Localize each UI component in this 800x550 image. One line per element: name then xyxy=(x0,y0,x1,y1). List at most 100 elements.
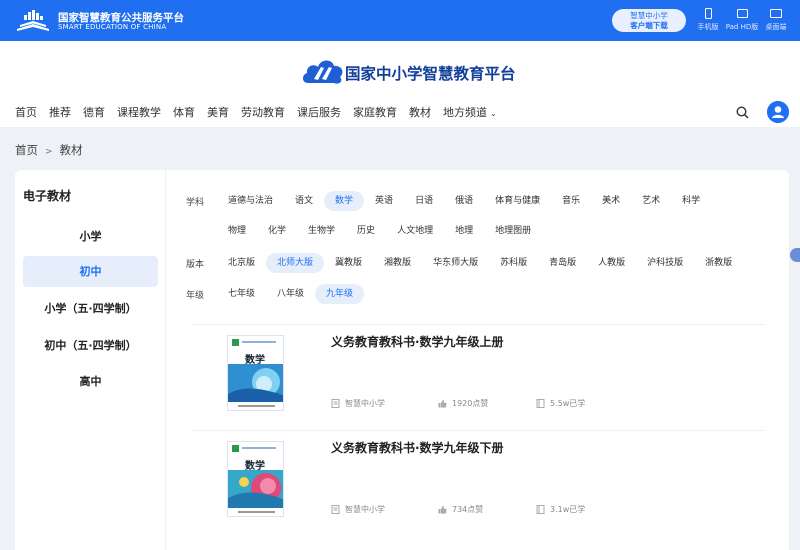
nav-item-local-channels[interactable]: 地方频道 ⌄ xyxy=(443,105,497,121)
textbook-cover: 数学 xyxy=(227,335,284,411)
likes-count: 1920点赞 xyxy=(452,399,489,408)
grade-chip[interactable]: 七年级 xyxy=(217,284,266,304)
textbook-title[interactable]: 义务教育教科书·数学九年级上册 xyxy=(331,333,504,350)
subject-chip[interactable]: 历史 xyxy=(346,221,386,241)
document-icon xyxy=(331,399,340,408)
version-chip[interactable]: 华东师大版 xyxy=(422,253,489,273)
subject-chip[interactable]: 地理图册 xyxy=(484,221,542,241)
publisher-name: 智慧中小学 xyxy=(345,505,385,514)
stage-item-primary[interactable]: 小学 xyxy=(23,221,158,252)
subject-chip[interactable]: 体育与健康 xyxy=(484,191,551,211)
subject-chip[interactable]: 日语 xyxy=(404,191,444,211)
cloud-book-logo-icon xyxy=(302,60,343,84)
learned-count: 3.1w已学 xyxy=(550,505,586,514)
desktop-icon xyxy=(770,9,782,18)
subject-chip[interactable]: 美术 xyxy=(591,191,631,211)
version-chip-selected[interactable]: 北师大版 xyxy=(266,253,325,273)
sidebar-title: 电子教材 xyxy=(23,189,72,203)
top-bar: 国家智慧教育公共服务平台 SMART EDUCATION OF CHINA 智慧… xyxy=(0,0,800,41)
user-avatar[interactable] xyxy=(767,101,789,123)
device-pad-link[interactable]: Pad HD版 xyxy=(724,8,760,32)
subject-label: 学科 xyxy=(186,197,205,208)
subject-chip[interactable]: 语文 xyxy=(284,191,324,211)
search-icon[interactable] xyxy=(736,106,749,119)
site-title: 国家中小学智慧教育平台 xyxy=(345,65,516,83)
subject-chip[interactable]: 道德与法治 xyxy=(217,191,284,211)
stage-item-junior[interactable]: 初中 xyxy=(23,256,158,287)
device-phone-link[interactable]: 手机版 xyxy=(692,8,724,32)
version-chip[interactable]: 浙教版 xyxy=(694,253,743,273)
download-line-1: 智慧中小学 xyxy=(630,11,668,20)
stage-item-primary-54[interactable]: 小学（五·四学制） xyxy=(23,293,158,324)
floating-side-tab[interactable] xyxy=(790,248,800,262)
publisher-meta: 智慧中小学 xyxy=(331,504,385,515)
device-label: 桌面端 xyxy=(765,23,787,31)
textbook-title[interactable]: 义务教育教科书·数学九年级下册 xyxy=(331,439,504,456)
nav-item-arts[interactable]: 美育 xyxy=(207,105,229,121)
cover-title: 数学 xyxy=(245,461,265,472)
subject-chip[interactable]: 科学 xyxy=(671,191,711,211)
subject-chip[interactable]: 音乐 xyxy=(551,191,591,211)
subject-chip[interactable]: 俄语 xyxy=(444,191,484,211)
nav-item-after-school[interactable]: 课后服务 xyxy=(297,105,341,121)
version-chip[interactable]: 北京版 xyxy=(217,253,266,273)
nav-item-moral[interactable]: 德育 xyxy=(83,105,105,121)
subject-chip[interactable]: 人文地理 xyxy=(386,221,444,241)
version-chip[interactable]: 青岛版 xyxy=(538,253,587,273)
version-chip[interactable]: 湘教版 xyxy=(373,253,422,273)
grade-chip[interactable]: 八年级 xyxy=(266,284,315,304)
subject-chip-selected[interactable]: 数学 xyxy=(324,191,365,211)
likes-meta: 1920点赞 xyxy=(438,398,488,409)
document-icon xyxy=(331,505,340,514)
thumbs-up-icon xyxy=(438,399,447,408)
version-chip[interactable]: 冀教版 xyxy=(324,253,373,273)
nav-item-textbooks[interactable]: 教材 xyxy=(409,105,431,121)
content-card: 电子教材 小学 初中 小学（五·四学制） 初中（五·四学制） 高中 学科 道德与… xyxy=(15,170,789,550)
device-label: 手机版 xyxy=(697,23,719,31)
likes-count: 734点赞 xyxy=(452,505,484,514)
breadcrumb-home[interactable]: 首页 xyxy=(15,143,38,157)
nav-item-sports[interactable]: 体育 xyxy=(173,105,195,121)
publisher-name: 智慧中小学 xyxy=(345,399,385,408)
subject-chip[interactable]: 生物学 xyxy=(297,221,346,241)
device-desktop-link[interactable]: 桌面端 xyxy=(760,8,792,32)
subject-filter-row-2: 物理 化学 生物学 历史 人文地理 地理 地理图册 xyxy=(217,221,542,241)
subject-chip[interactable]: 化学 xyxy=(257,221,297,241)
nav-item-family[interactable]: 家庭教育 xyxy=(353,105,397,121)
subject-chip[interactable]: 物理 xyxy=(217,221,257,241)
grade-chip-selected[interactable]: 九年级 xyxy=(315,284,365,304)
tablet-icon xyxy=(736,9,748,18)
chevron-down-icon: ⌄ xyxy=(490,109,497,118)
cover-art-icon xyxy=(228,442,283,516)
textbook-item[interactable]: 数学 义务教育教科书·数学九年级上册 智慧中小学 1920点赞 5.5w已学 xyxy=(191,325,765,431)
breadcrumb-separator: > xyxy=(45,147,53,157)
nav-item-courses[interactable]: 课程教学 xyxy=(117,105,161,121)
nav-item-home[interactable]: 首页 xyxy=(15,105,37,121)
textbook-cover: 数学 xyxy=(227,441,284,517)
stage-item-senior[interactable]: 高中 xyxy=(23,366,158,397)
brand-english-name: SMART EDUCATION OF CHINA xyxy=(58,23,167,31)
client-download-button[interactable]: 智慧中小学 客户端下载 xyxy=(612,9,686,32)
device-label: Pad HD版 xyxy=(725,23,759,31)
breadcrumb: 首页 > 教材 xyxy=(15,142,83,158)
grade-filter-row: 年级 七年级 八年级 九年级 xyxy=(186,284,365,304)
cover-title: 数学 xyxy=(245,355,265,366)
version-chip[interactable]: 人教版 xyxy=(587,253,636,273)
stage-item-junior-54[interactable]: 初中（五·四学制） xyxy=(23,330,158,361)
nav-item-labor[interactable]: 劳动教育 xyxy=(241,105,285,121)
subject-chip[interactable]: 英语 xyxy=(364,191,404,211)
nav-item-recommend[interactable]: 推荐 xyxy=(49,105,71,121)
site-header: 国家中小学智慧教育平台 首页 推荐 德育 课程教学 体育 美育 劳动教育 课后服… xyxy=(0,41,800,127)
subject-chip[interactable]: 艺术 xyxy=(631,191,671,211)
breadcrumb-current: 教材 xyxy=(59,143,83,157)
subject-chip[interactable]: 地理 xyxy=(444,221,484,241)
subject-filter-row: 学科 道德与法治 语文 数学 英语 日语 俄语 体育与健康 音乐 美术 艺术 科… xyxy=(186,191,711,211)
learned-meta: 3.1w已学 xyxy=(536,504,585,515)
learned-count: 5.5w已学 xyxy=(550,399,586,408)
version-chip[interactable]: 沪科技版 xyxy=(636,253,694,273)
stage-sidebar: 电子教材 小学 初中 小学（五·四学制） 初中（五·四学制） 高中 xyxy=(15,170,166,550)
textbook-item[interactable]: 数学 义务教育教科书·数学九年级下册 智慧中小学 734点赞 3.1w已学 xyxy=(191,431,765,537)
publisher-meta: 智慧中小学 xyxy=(331,398,385,409)
grade-label: 年级 xyxy=(186,290,205,301)
version-chip[interactable]: 苏科版 xyxy=(489,253,538,273)
